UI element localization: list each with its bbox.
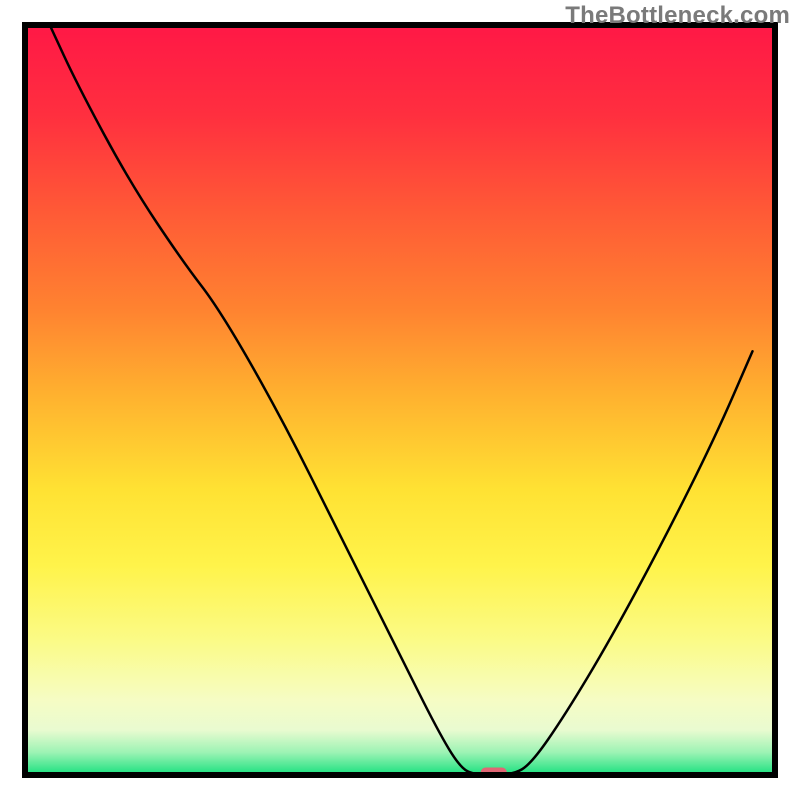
chart-container: { "watermark": "TheBottleneck.com", "cha… xyxy=(0,0,800,800)
watermark-text: TheBottleneck.com xyxy=(565,2,790,30)
bottleneck-chart xyxy=(0,0,800,800)
